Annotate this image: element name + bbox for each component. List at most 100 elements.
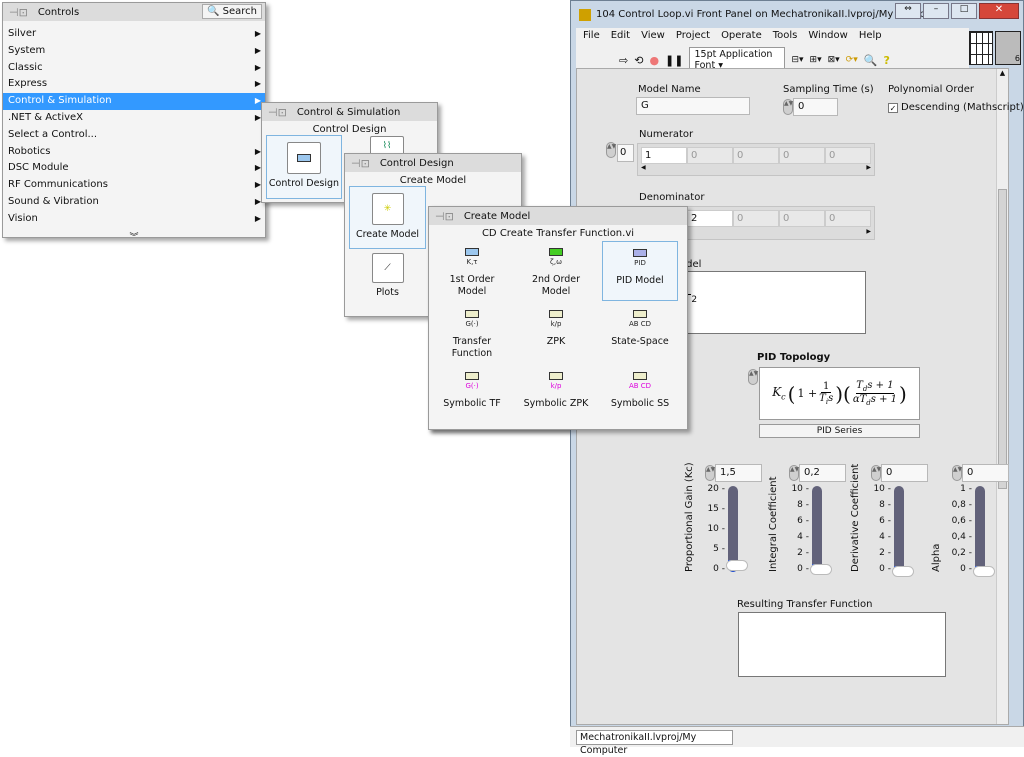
search-button[interactable]: 🔍 Search [202,4,262,19]
distribute-icon[interactable]: ⊞▾ [810,55,822,65]
tile-control-design[interactable]: Control Design [266,135,342,199]
tile-transfer-function[interactable]: G(·) Transfer Function [434,303,510,363]
slider-increment[interactable]: ▲▼ [871,465,881,481]
palette-item[interactable]: Classic ▶ [3,60,265,77]
scrollbar-thumb[interactable] [998,189,1007,489]
model-name-input[interactable]: G [636,97,750,115]
tile-plots[interactable]: ⟋ Plots [349,251,426,301]
slider-track[interactable] [810,486,832,576]
palette-item[interactable]: Vision ▶ [3,211,265,228]
pin-icon[interactable]: ⊣⊡ [9,6,28,19]
array-element[interactable]: 0 [779,147,825,164]
close-button[interactable]: ✕ [979,3,1019,19]
palette-item[interactable]: DSC Module ▶ [3,160,265,177]
array-element[interactable]: 0 [733,210,779,227]
slider-value-input[interactable]: 1,5 [715,464,762,482]
tile-pid-model[interactable]: PID PID Model [602,241,678,301]
restore-icon[interactable]: ⇔ [895,3,921,19]
formula-kc: K [772,385,782,400]
pin-icon[interactable]: ⊣⊡ [351,157,370,170]
slider-thumb[interactable] [973,566,995,577]
pid-topology-increment[interactable]: ▲▼ [748,369,758,385]
pin-icon[interactable]: ⊣⊡ [435,210,454,223]
tile-symbolic-zpk[interactable]: k/p Symbolic ZPK [518,365,594,425]
reorder-icon[interactable]: ⟳▾ [846,55,858,65]
menu-edit[interactable]: Edit [611,30,630,41]
descending-checkbox[interactable]: ✓ Descending (Mathscript) [888,102,1024,113]
menu-operate[interactable]: Operate [721,30,762,41]
horizontal-scrollbar[interactable]: ◀▶ [641,164,871,173]
pause-icon[interactable]: ❚❚ [665,54,683,67]
slider-value-input[interactable]: 0,2 [799,464,846,482]
menu-tools[interactable]: Tools [773,30,798,41]
minimize-button[interactable]: – [923,3,949,19]
slider-value-input[interactable]: 0 [881,464,928,482]
tile-symbolic-tf[interactable]: G(·) Symbolic TF [434,365,510,425]
slider-thumb[interactable] [726,560,748,571]
array-element[interactable]: 0 [733,147,779,164]
slider-thumb[interactable] [892,566,914,577]
search-icon[interactable]: 🔍 [864,54,878,67]
palette-item[interactable]: System ▶ [3,43,265,60]
slider-increment[interactable]: ▲▼ [705,465,715,481]
menu-view[interactable]: View [641,30,665,41]
menu-help[interactable]: Help [859,30,882,41]
sampling-time-input[interactable]: 0 [793,98,838,116]
slider-track[interactable] [726,486,748,572]
array-element[interactable]: 0 [825,210,871,227]
slider-label: Alpha [931,543,942,572]
vi-icon[interactable]: 6 [995,31,1021,65]
menu-file[interactable]: File [583,30,600,41]
tile-2nd-order-model[interactable]: ζ,ω 2nd Order Model [518,241,594,301]
formula-frac2-den-rest: s + 1 [870,394,897,405]
slider-increment[interactable]: ▲▼ [952,465,962,481]
icon-glyph: G(·) [465,382,479,390]
tile-state-space[interactable]: AB CD State-Space [602,303,678,363]
abort-icon[interactable]: ● [649,54,659,67]
palette-item[interactable]: Express ▶ [3,76,265,93]
slider-track[interactable] [892,486,914,577]
slider-thumb[interactable] [810,564,832,576]
pid-topology-selector[interactable]: PID Series [759,424,920,438]
tile-zpk[interactable]: k/p ZPK [518,303,594,363]
resize-icon[interactable]: ⊠▾ [828,55,840,65]
vi-icon: ζ,ω [518,246,594,270]
palette-item-label: Silver [8,28,37,39]
palette-item[interactable]: .NET & ActiveX ▶ [3,110,265,127]
numerator-index[interactable]: 0 [617,144,634,162]
slider-increment[interactable]: ▲▼ [789,465,799,481]
array-element[interactable]: 0 [825,147,871,164]
menu-project[interactable]: Project [676,30,710,41]
array-element[interactable]: 0 [779,210,825,227]
maximize-button[interactable]: □ [951,3,977,19]
run-continuously-icon[interactable]: ⟲ [634,54,643,67]
tile-create-model[interactable]: ✳ Create Model [349,186,426,249]
palette-item[interactable]: Control & Simulation ▶ [3,93,265,110]
help-icon[interactable]: ? [883,54,889,67]
vertical-scrollbar[interactable]: ▲ [996,69,1008,724]
double-chevron-down-icon[interactable]: ︾ [3,230,265,243]
palette-item[interactable]: Sound & Vibration ▶ [3,194,265,211]
pin-icon[interactable]: ⊣⊡ [268,106,287,119]
tile-symbolic-ss[interactable]: AB CD Symbolic SS [602,365,678,425]
checkbox-checked-icon[interactable]: ✓ [888,102,898,113]
palette-item[interactable]: Robotics ▶ [3,144,265,161]
pid-formula-display[interactable]: Kc (1 + 1 Tis )( Tds + 1 αTds + 1 ) [759,367,920,420]
array-element[interactable]: 0 [687,147,733,164]
connector-pane-icon[interactable] [969,31,993,65]
align-icon[interactable]: ⊟▾ [791,55,803,65]
array-element[interactable]: 1 [641,147,687,164]
menu-window[interactable]: Window [808,30,847,41]
sampling-time-increment[interactable]: ▲▼ [783,99,793,115]
slider-tick-label: 0,2 - [951,548,972,558]
array-element[interactable]: 2 [687,210,733,227]
slider-value-input[interactable]: 0 [962,464,1009,482]
palette-item[interactable]: RF Communications ▶ [3,177,265,194]
slider-tick-label: 0 - [960,564,972,574]
numerator-index-increment[interactable]: ▲▼ [606,142,616,158]
palette-item[interactable]: Select a Control... [3,127,265,144]
run-arrow-icon[interactable]: ⇨ [619,54,628,67]
tile-1st-order-model[interactable]: K,τ 1st Order Model [434,241,510,301]
palette-item[interactable]: Silver ▶ [3,26,265,43]
slider-track[interactable] [973,486,995,577]
